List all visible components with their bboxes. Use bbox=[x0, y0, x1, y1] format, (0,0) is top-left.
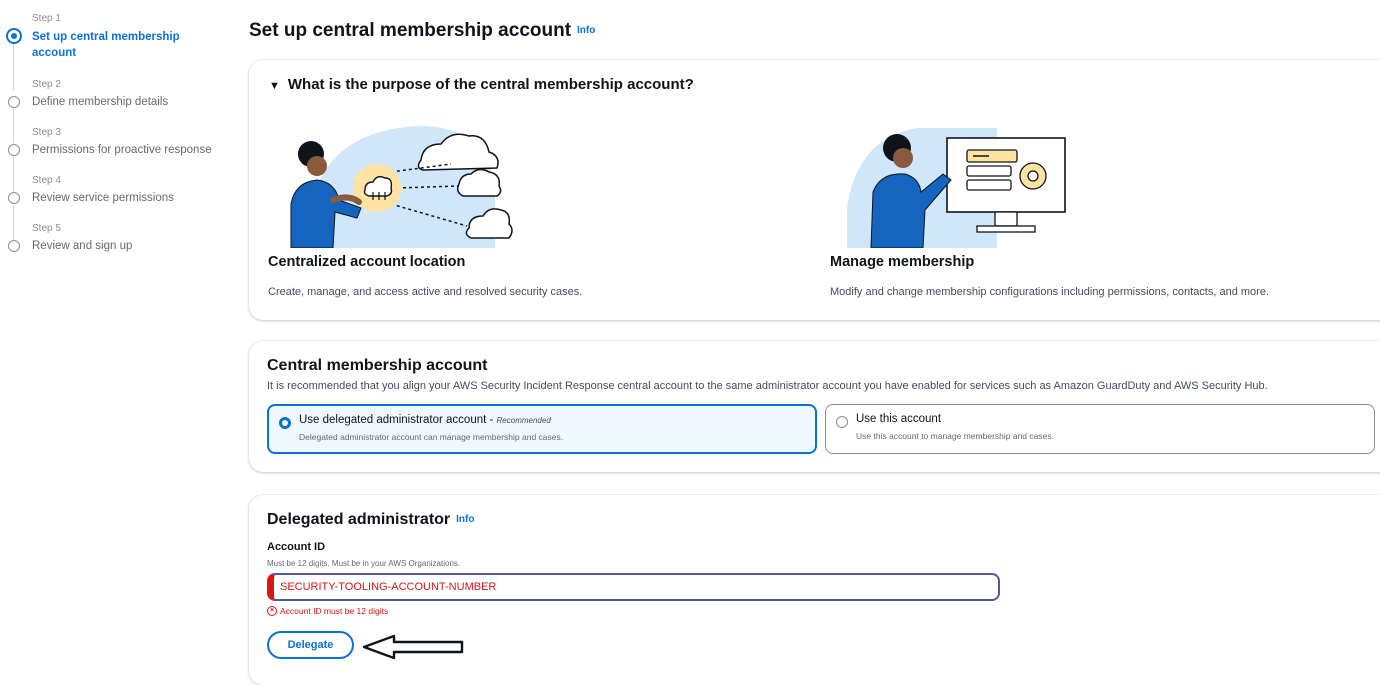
error-icon: × bbox=[267, 606, 277, 616]
step-pending-icon bbox=[8, 144, 20, 156]
section-title-text: Delegated administrator bbox=[267, 511, 451, 528]
step-label: Permissions for proactive response bbox=[32, 144, 212, 156]
info-link[interactable]: Info bbox=[577, 25, 595, 36]
step-number: Step 2 bbox=[32, 79, 61, 90]
step-number: Step 3 bbox=[32, 127, 61, 138]
page-title-text: Set up central membership account bbox=[249, 20, 572, 41]
feature-description: Modify and change membership configurati… bbox=[830, 286, 1270, 298]
central-membership-container: Central membership account It is recomme… bbox=[249, 341, 1380, 472]
cloud-network-illustration bbox=[290, 126, 513, 248]
step-number: Step 1 bbox=[32, 13, 61, 24]
step-label: Set up central membership account bbox=[32, 31, 180, 59]
account-id-error: × Account ID must be 12 digits bbox=[267, 606, 388, 616]
step-label: Define membership details bbox=[32, 96, 169, 108]
step-connector bbox=[13, 43, 14, 91]
delegate-button[interactable]: Delegate bbox=[267, 631, 354, 659]
feature-title: Manage membership bbox=[830, 254, 975, 270]
option-label: Use delegated administrator account - Re… bbox=[299, 414, 551, 426]
section-description: It is recommended that you align your AW… bbox=[267, 380, 1268, 392]
section-title: Central membership account bbox=[267, 357, 488, 374]
step-connector bbox=[13, 103, 14, 143]
settings-monitor-illustration bbox=[847, 128, 1066, 248]
step-connector bbox=[13, 155, 14, 195]
error-text: Account ID must be 12 digits bbox=[280, 606, 389, 616]
purpose-expander[interactable]: ▼ What is the purpose of the central memb… bbox=[269, 76, 694, 93]
page-title: Set up central membership account Info bbox=[249, 20, 595, 42]
left-arrow-annotation-icon bbox=[362, 634, 464, 660]
step-current-icon bbox=[6, 28, 22, 44]
radio-unselected-icon[interactable] bbox=[836, 416, 848, 428]
option-description: Delegated administrator account can mana… bbox=[299, 432, 564, 442]
option-description: Use this account to manage membership an… bbox=[856, 431, 1054, 441]
step-number: Step 5 bbox=[32, 223, 61, 234]
section-title: Delegated administrator Info bbox=[267, 511, 474, 529]
step-pending-icon bbox=[8, 192, 20, 204]
account-id-input[interactable] bbox=[267, 573, 1000, 601]
feature-description: Create, manage, and access active and re… bbox=[268, 286, 583, 298]
step-pending-icon bbox=[8, 240, 20, 252]
account-id-label: Account ID bbox=[267, 541, 326, 553]
info-link[interactable]: Info bbox=[456, 514, 474, 525]
step-pending-icon bbox=[8, 96, 20, 108]
radio-selected-icon[interactable] bbox=[279, 417, 291, 429]
feature-title: Centralized account location bbox=[268, 254, 466, 270]
recommended-tag: Recommended bbox=[496, 416, 551, 425]
option-this-account[interactable]: Use this account Use this account to man… bbox=[825, 404, 1375, 454]
caret-down-icon: ▼ bbox=[269, 80, 280, 92]
step-connector bbox=[13, 205, 14, 243]
step-number: Step 4 bbox=[32, 175, 61, 186]
expander-title: What is the purpose of the central membe… bbox=[287, 76, 694, 93]
option-label: Use this account bbox=[856, 413, 942, 425]
step-label: Review service permissions bbox=[32, 192, 174, 204]
purpose-expandable-section: ▼ What is the purpose of the central memb… bbox=[249, 60, 1380, 320]
account-id-hint: Must be 12 digits. Must be in your AWS O… bbox=[267, 559, 461, 568]
step-label: Review and sign up bbox=[32, 240, 133, 252]
option-delegated-admin[interactable]: Use delegated administrator account - Re… bbox=[267, 404, 817, 454]
